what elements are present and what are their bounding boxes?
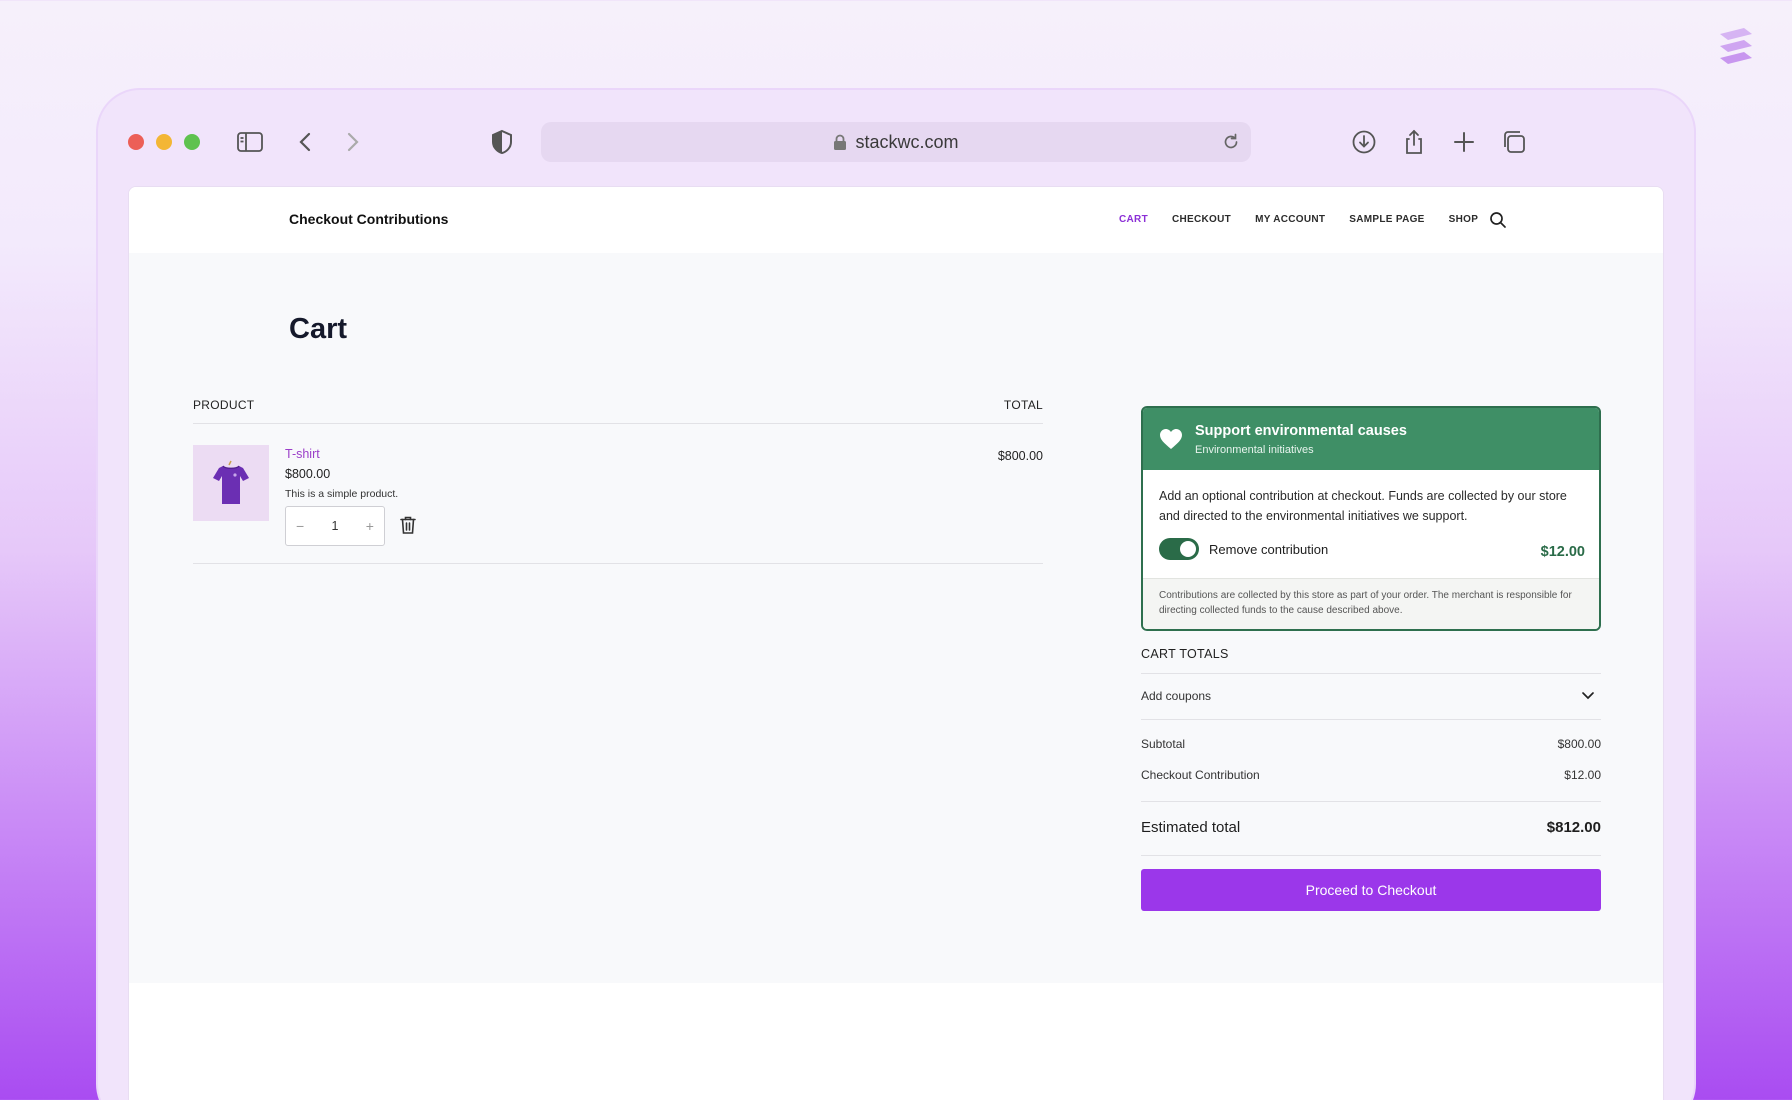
close-window-button[interactable] bbox=[128, 134, 144, 150]
site-title[interactable]: Checkout Contributions bbox=[289, 211, 448, 227]
main-nav: CART CHECKOUT MY ACCOUNT SAMPLE PAGE SHO… bbox=[1119, 214, 1502, 225]
trash-icon[interactable] bbox=[399, 515, 417, 535]
contribution-amount: $12.00 bbox=[1540, 544, 1585, 560]
proceed-to-checkout-button[interactable]: Proceed to Checkout bbox=[1141, 869, 1601, 911]
site-header: Checkout Contributions CART CHECKOUT MY … bbox=[129, 187, 1663, 253]
page-title: Cart bbox=[289, 313, 348, 345]
contribution-total-value: $12.00 bbox=[1564, 768, 1601, 782]
contribution-toggle[interactable] bbox=[1159, 538, 1199, 560]
shield-icon[interactable] bbox=[488, 128, 516, 156]
minimize-window-button[interactable] bbox=[156, 134, 172, 150]
quantity-input[interactable]: 1 bbox=[332, 519, 339, 533]
product-description: This is a simple product. bbox=[285, 488, 399, 500]
browser-toolbar: stackwc.com bbox=[98, 90, 1694, 186]
plus-icon[interactable] bbox=[1450, 128, 1478, 156]
contribution-card: Support environmental causes Environment… bbox=[1141, 406, 1601, 631]
subtotal-value: $800.00 bbox=[1557, 737, 1601, 751]
column-product: PRODUCT bbox=[193, 398, 255, 412]
nav-checkout[interactable]: CHECKOUT bbox=[1172, 214, 1231, 225]
contribution-header: Support environmental causes Environment… bbox=[1143, 408, 1599, 470]
search-icon[interactable] bbox=[1489, 211, 1507, 229]
line-total: $800.00 bbox=[997, 449, 1043, 463]
zoom-window-button[interactable] bbox=[184, 134, 200, 150]
divider bbox=[1141, 855, 1601, 856]
contribution-title: Support environmental causes bbox=[1195, 423, 1407, 439]
heart-icon bbox=[1160, 429, 1182, 449]
sidebar-icon[interactable] bbox=[236, 128, 264, 156]
brand-logo-icon bbox=[1720, 28, 1752, 64]
share-icon[interactable] bbox=[1400, 128, 1428, 156]
contribution-description: Add an optional contribution at checkout… bbox=[1159, 489, 1567, 523]
estimated-total-label: Estimated total bbox=[1141, 819, 1241, 836]
toggle-knob bbox=[1180, 541, 1196, 557]
column-total: TOTAL bbox=[1003, 398, 1043, 412]
nav-my-account[interactable]: MY ACCOUNT bbox=[1255, 214, 1325, 225]
contribution-total-label: Checkout Contribution bbox=[1141, 768, 1260, 782]
page-footer-area bbox=[129, 983, 1663, 1100]
divider bbox=[1141, 719, 1601, 720]
contribution-toggle-label[interactable]: Remove contribution bbox=[1209, 542, 1328, 557]
cart-table-header: PRODUCT TOTAL bbox=[193, 398, 1043, 412]
nav-shop[interactable]: SHOP bbox=[1449, 214, 1479, 225]
tshirt-icon bbox=[213, 460, 249, 504]
quantity-increase-button[interactable]: + bbox=[366, 518, 374, 534]
quantity-stepper: − 1 + bbox=[285, 506, 385, 546]
product-name-link[interactable]: T-shirt bbox=[285, 447, 320, 461]
url-text: stackwc.com bbox=[855, 131, 959, 152]
quantity-decrease-button[interactable]: − bbox=[296, 518, 304, 534]
tabs-icon[interactable] bbox=[1500, 128, 1528, 156]
chevron-left-icon[interactable] bbox=[292, 128, 320, 156]
chevron-down-icon[interactable] bbox=[1581, 691, 1595, 701]
nav-sample-page[interactable]: SAMPLE PAGE bbox=[1349, 214, 1424, 225]
browser-window: stackwc.com Checkout Contributions CART … bbox=[96, 88, 1696, 1100]
divider bbox=[1141, 673, 1601, 674]
nav-cart[interactable]: CART bbox=[1119, 214, 1148, 225]
address-bar[interactable]: stackwc.com bbox=[541, 122, 1251, 162]
estimated-total-value: $812.00 bbox=[1546, 819, 1601, 836]
subtotal-label: Subtotal bbox=[1141, 737, 1186, 751]
product-image[interactable] bbox=[193, 445, 269, 521]
browser-viewport: Checkout Contributions CART CHECKOUT MY … bbox=[128, 186, 1664, 1100]
reload-icon[interactable] bbox=[1221, 132, 1241, 152]
lock-icon bbox=[834, 134, 847, 150]
add-coupons-toggle[interactable]: Add coupons bbox=[1141, 689, 1601, 703]
divider bbox=[1141, 801, 1601, 802]
contribution-subtitle: Environmental initiatives bbox=[1195, 444, 1314, 456]
divider bbox=[193, 423, 1043, 424]
cart-page: Cart PRODUCT TOTAL T-shirt $800.00 This … bbox=[129, 253, 1663, 983]
download-icon[interactable] bbox=[1350, 128, 1378, 156]
cart-totals-heading: CART TOTALS bbox=[1141, 647, 1229, 661]
contribution-footnote: Contributions are collected by this stor… bbox=[1143, 578, 1599, 629]
divider bbox=[193, 563, 1043, 564]
product-price: $800.00 bbox=[285, 467, 331, 481]
chevron-right-icon[interactable] bbox=[338, 128, 366, 156]
